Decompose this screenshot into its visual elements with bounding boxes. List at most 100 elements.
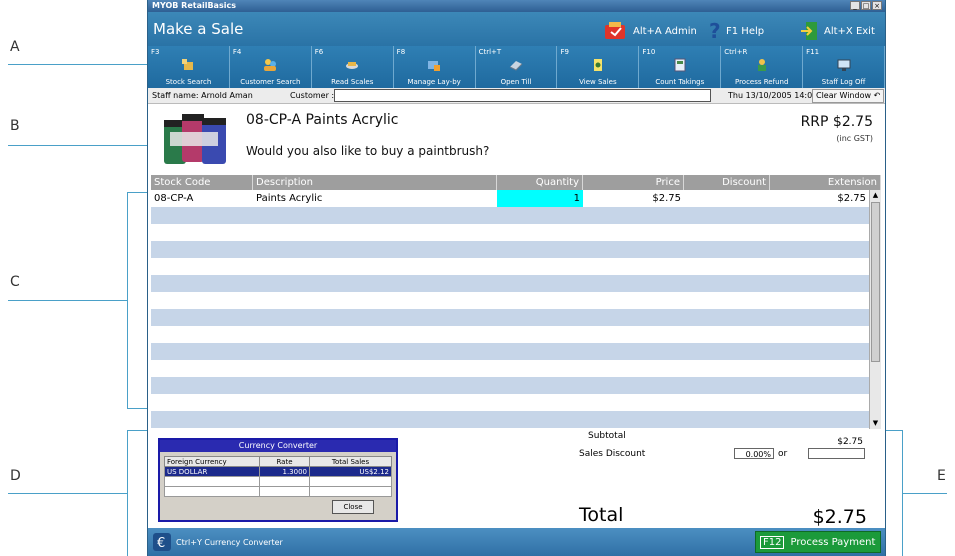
admin-icon [605, 22, 625, 39]
maximize-button[interactable]: □ [861, 1, 871, 10]
product-code-name: 08-CP-A Paints Acrylic [246, 112, 399, 128]
callout-e-bracket-top [884, 430, 903, 431]
svg-text:?: ? [709, 20, 721, 42]
column-quantity[interactable]: Quantity [497, 175, 583, 190]
header-bar: Make a Sale Alt+A Admin ? F1 Help Alt+X … [148, 12, 885, 46]
empty-row [151, 224, 869, 241]
toolbar-manage-layby-button[interactable]: F8 Manage Lay-by [394, 46, 476, 88]
cell-quantity[interactable]: 1 [497, 190, 583, 207]
toolbar-customer-search-button[interactable]: F4 Customer Search [230, 46, 312, 88]
currency-converter-link[interactable]: € Ctrl+Y Currency Converter [152, 532, 283, 552]
toolbar-key: F8 [396, 48, 406, 56]
count-takings-icon [674, 58, 686, 72]
toolbar-label: Read Scales [331, 78, 374, 86]
view-sales-icon [593, 59, 602, 71]
toolbar-staff-log-off-button[interactable]: F11 Staff Log Off [803, 46, 885, 88]
close-window-button[interactable]: × [872, 1, 882, 10]
exit-icon [801, 22, 817, 40]
currency-converter-link-label: Ctrl+Y Currency Converter [176, 537, 283, 547]
paint-jars-image [164, 114, 226, 164]
column-discount[interactable]: Discount [684, 175, 770, 190]
toolbar-label: View Sales [579, 78, 617, 86]
sale-grid-header: Stock Code Description Quantity Price Di… [151, 175, 881, 190]
empty-row [151, 207, 869, 224]
discount-amount-input[interactable] [808, 448, 865, 459]
toolbar-open-till-button[interactable]: Ctrl+T Open Till [476, 46, 558, 88]
rrp-price: RRP $2.75 [800, 114, 873, 130]
gst-note: (inc GST) [836, 134, 873, 143]
customer-input[interactable] [334, 89, 711, 102]
callout-d-bracket-top [127, 430, 147, 431]
customer-label: Customer : [290, 91, 335, 100]
toolbar-key: F11 [806, 48, 820, 56]
toolbar-label: Staff Log Off [821, 78, 866, 86]
scroll-up-icon[interactable]: ▲ [870, 190, 881, 201]
footer-bar: € Ctrl+Y Currency Converter F12 Process … [148, 528, 885, 556]
callout-e-bracket [902, 430, 903, 556]
grid-scrollbar[interactable]: ▲ ▼ [869, 190, 881, 429]
empty-row [151, 292, 869, 309]
column-description[interactable]: Description [253, 175, 497, 190]
function-toolbar: F3 Stock Search F4 Customer Search F6 Re… [148, 46, 885, 88]
callout-c: C [10, 274, 20, 290]
callout-d-bracket [127, 430, 128, 556]
total-value: $2.75 [812, 506, 867, 528]
callout-c-bracket-top [127, 192, 147, 193]
sales-discount-label: Sales Discount [579, 449, 646, 459]
callout-e-line [902, 493, 947, 494]
callout-c-bracket [127, 192, 128, 408]
toolbar-stock-search-button[interactable]: F3 Stock Search [148, 46, 230, 88]
toolbar-process-refund-button[interactable]: Ctrl+R Process Refund [721, 46, 804, 88]
callout-d: D [10, 468, 21, 484]
toolbar-label: Customer Search [240, 78, 301, 86]
toolbar-key: F3 [151, 48, 160, 56]
subtotal-value: $2.75 [837, 437, 863, 447]
clear-window-button[interactable]: Clear Window ↶ [812, 89, 885, 103]
help-button[interactable]: ? F1 Help [708, 20, 764, 42]
toolbar-key: Ctrl+T [478, 48, 502, 56]
scales-icon [346, 62, 359, 69]
staff-name: Staff name: Arnold Aman [152, 91, 253, 100]
layby-icon [428, 61, 441, 71]
discount-percent-input[interactable]: 0.00% [734, 448, 774, 459]
column-stock-code[interactable]: Stock Code [151, 175, 253, 190]
admin-label: Alt+A Admin [633, 25, 697, 37]
empty-row [151, 394, 869, 411]
column-extension[interactable]: Extension [770, 175, 881, 190]
status-bar: Staff name: Arnold Aman Customer : Thu 1… [148, 88, 885, 104]
page-title: Make a Sale [153, 20, 244, 38]
toolbar-key: F4 [232, 48, 242, 56]
toolbar-key: F6 [314, 48, 324, 56]
callout-e: E [937, 468, 946, 484]
cell-discount[interactable] [684, 190, 770, 207]
refund-icon [757, 59, 766, 71]
cell-price: $2.75 [652, 193, 681, 204]
exit-button[interactable]: Alt+X Exit [800, 20, 875, 42]
toolbar-label: Open Till [500, 78, 532, 86]
log-off-icon [837, 59, 851, 71]
scroll-thumb[interactable] [871, 202, 880, 362]
toolbar-view-sales-button[interactable]: F9 View Sales [557, 46, 640, 88]
table-row[interactable]: 08-CP-A Paints Acrylic 1 $2.75 $2.75 [151, 190, 869, 207]
total-label: Total [579, 504, 624, 526]
toolbar-read-scales-button[interactable]: F6 Read Scales [312, 46, 394, 88]
empty-row [151, 326, 869, 343]
process-payment-button[interactable]: F12 Process Payment [755, 531, 881, 553]
callout-d-line [8, 493, 128, 494]
help-icon: ? [709, 20, 721, 42]
scroll-down-icon[interactable]: ▼ [870, 418, 881, 429]
sale-summary: Subtotal $2.75 Sales Discount 0.00% or T… [151, 430, 881, 528]
or-label: or [778, 449, 788, 459]
stock-search-icon [182, 59, 194, 70]
empty-row [151, 258, 869, 275]
toolbar-label: Process Refund [734, 78, 789, 86]
admin-button[interactable]: Alt+A Admin [603, 20, 697, 42]
toolbar-count-takings-button[interactable]: F10 Count Takings [639, 46, 722, 88]
minimize-button[interactable]: _ [850, 1, 860, 10]
callout-a-line [8, 64, 148, 65]
upsell-prompt: Would you also like to buy a paintbrush? [246, 144, 490, 158]
toolbar-key: Ctrl+R [724, 48, 748, 56]
column-price[interactable]: Price [583, 175, 684, 190]
date-time: Thu 13/10/2005 14:05 [728, 91, 818, 100]
clear-window-label: Clear Window [816, 91, 872, 100]
